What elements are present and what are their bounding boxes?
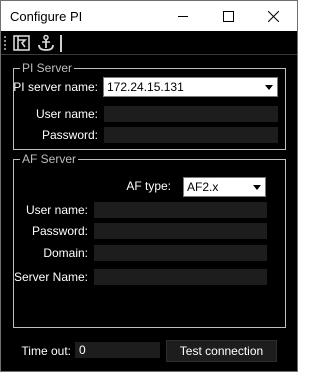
anchor-icon[interactable] (36, 33, 56, 53)
pi-server-name-combo[interactable]: 172.24.15.131 (103, 77, 278, 97)
close-icon (268, 10, 279, 22)
af-type-label: AF type: (126, 179, 171, 193)
toolbar (1, 31, 297, 55)
af-server-name-label: Server Name: (13, 270, 88, 284)
af-user-name-field[interactable] (94, 202, 267, 218)
af-user-name-label: User name: (25, 203, 88, 217)
af-server-legend: AF Server (20, 152, 79, 166)
pi-user-name-label: User name: (35, 107, 98, 121)
af-server-name-field[interactable] (94, 269, 267, 285)
af-domain-field[interactable] (94, 245, 267, 261)
maximize-icon (223, 10, 234, 22)
toolbar-grip-handle[interactable] (3, 35, 7, 51)
af-type-value: AF2.x (187, 180, 219, 194)
test-connection-button[interactable]: Test connection (166, 340, 277, 362)
minimize-icon (178, 15, 188, 17)
af-domain-label: Domain: (43, 246, 88, 260)
maximize-button[interactable] (206, 1, 251, 31)
timeout-label: Time out: (21, 344, 71, 358)
close-button[interactable] (251, 1, 296, 31)
af-password-label: Password: (31, 224, 88, 238)
chevron-down-icon[interactable] (249, 178, 265, 196)
pi-user-name-field[interactable] (104, 106, 278, 122)
dialog-body: PI Server PI server name: 172.24.15.131 … (1, 31, 297, 371)
af-type-combo[interactable]: AF2.x (183, 177, 266, 197)
pi-server-name-value: 172.24.15.131 (107, 80, 184, 94)
timeout-field[interactable]: 0 (75, 342, 160, 358)
title-bar[interactable]: Configure PI (1, 1, 297, 31)
pi-password-field[interactable] (104, 127, 278, 143)
pi-password-label: Password: (41, 128, 98, 142)
toolbar-separator (60, 35, 62, 52)
chevron-down-icon[interactable] (261, 78, 277, 96)
pi-server-name-label: PI server name: (13, 80, 98, 94)
window-title: Configure PI (10, 9, 83, 24)
configure-pi-window: Configure PI PI Server PI server name: 1… (0, 0, 298, 372)
pi-server-legend: PI Server (20, 61, 75, 75)
af-password-field[interactable] (94, 223, 267, 239)
pi-logo-icon[interactable] (12, 33, 32, 53)
minimize-button[interactable] (161, 1, 206, 31)
